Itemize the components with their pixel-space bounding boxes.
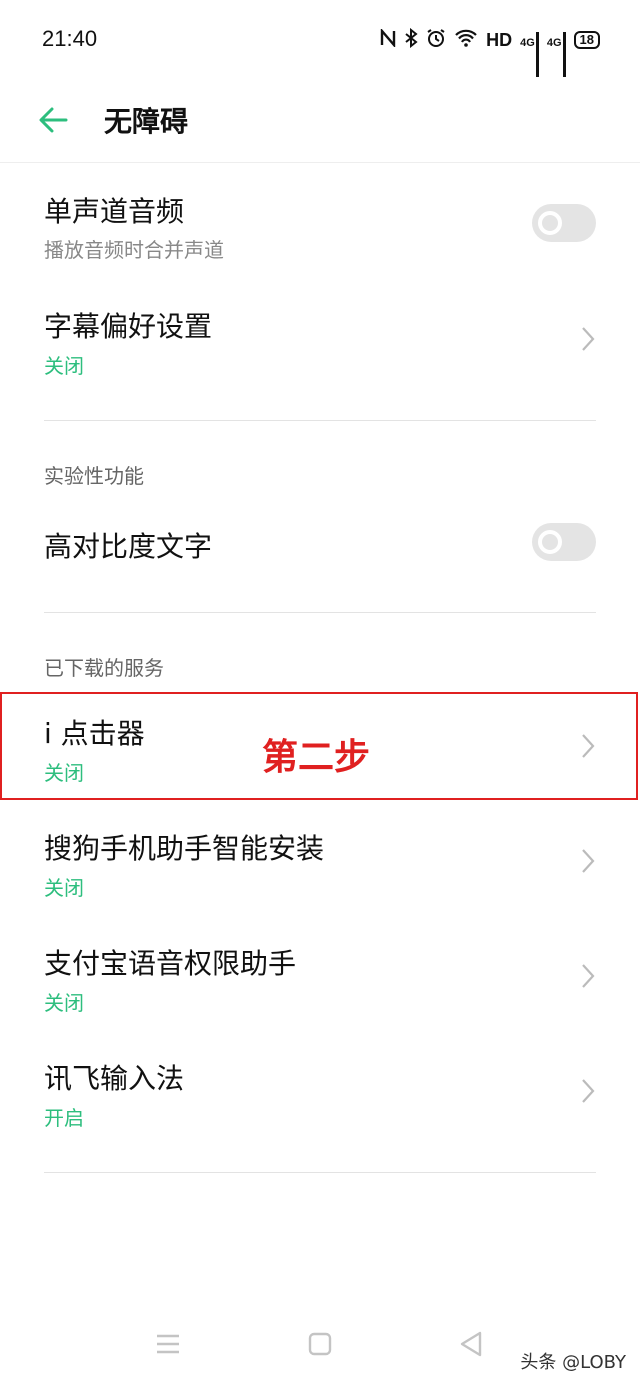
xunfei-row[interactable]: 讯飞输入法 开启 <box>0 1045 640 1145</box>
divider <box>44 1172 596 1173</box>
battery-icon: 18 <box>573 31 600 49</box>
divider <box>44 612 596 613</box>
alipay-title: 支付宝语音权限助手 <box>44 947 297 980</box>
chevron-right-icon <box>582 849 595 873</box>
status-bar: 21:40 HD 4G 4G 18 <box>0 0 640 80</box>
chevron-right-icon <box>582 1079 595 1103</box>
sogou-status: 关闭 <box>44 876 84 900</box>
captions-title: 字幕偏好设置 <box>44 310 213 343</box>
captions-status: 关闭 <box>44 354 84 378</box>
mono-audio-title: 单声道音频 <box>44 195 185 228</box>
alipay-status: 关闭 <box>44 991 84 1015</box>
chevron-right-icon <box>582 964 595 988</box>
app-header: 无障碍 <box>0 80 640 163</box>
back-button[interactable] <box>36 100 76 140</box>
watermark: 头条 @LOBY <box>520 1352 626 1373</box>
home-icon[interactable] <box>307 1331 333 1357</box>
high-contrast-title: 高对比度文字 <box>44 530 213 563</box>
alarm-icon <box>426 28 446 53</box>
captions-row[interactable]: 字幕偏好设置 关闭 <box>0 295 640 395</box>
signal-icon-1: 4G <box>520 32 539 77</box>
menu-icon[interactable] <box>155 1332 181 1356</box>
annotation-step-two: 第二步 <box>262 737 371 778</box>
divider <box>44 420 596 421</box>
xunfei-status: 开启 <box>44 1106 84 1130</box>
nfc-icon <box>380 27 396 52</box>
mono-audio-row[interactable]: 单声道音频 播放音频时合并声道 <box>0 180 640 280</box>
back-triangle-icon[interactable] <box>458 1330 484 1358</box>
back-arrow-icon <box>39 107 68 133</box>
alipay-row[interactable]: 支付宝语音权限助手 关闭 <box>0 930 640 1030</box>
sogou-row[interactable]: 搜狗手机助手智能安装 关闭 <box>0 815 640 915</box>
xunfei-title: 讯飞输入法 <box>44 1062 185 1095</box>
high-contrast-toggle[interactable] <box>532 523 596 561</box>
wifi-icon <box>454 29 478 52</box>
page-title: 无障碍 <box>104 105 189 138</box>
high-contrast-row[interactable]: 高对比度文字 <box>0 505 640 585</box>
mono-audio-toggle[interactable] <box>532 204 596 242</box>
status-time: 21:40 <box>42 26 98 51</box>
mono-audio-subtitle: 播放音频时合并声道 <box>44 238 224 262</box>
section-downloaded: 已下载的服务 <box>44 656 164 680</box>
chevron-right-icon <box>582 327 595 351</box>
hd-icon: HD <box>486 29 513 50</box>
bluetooth-icon <box>404 27 418 53</box>
sogou-title: 搜狗手机助手智能安装 <box>44 832 325 865</box>
status-icons: HD 4G 4G 18 <box>380 26 600 77</box>
section-experimental: 实验性功能 <box>44 464 144 488</box>
signal-icon-2: 4G <box>547 32 566 77</box>
